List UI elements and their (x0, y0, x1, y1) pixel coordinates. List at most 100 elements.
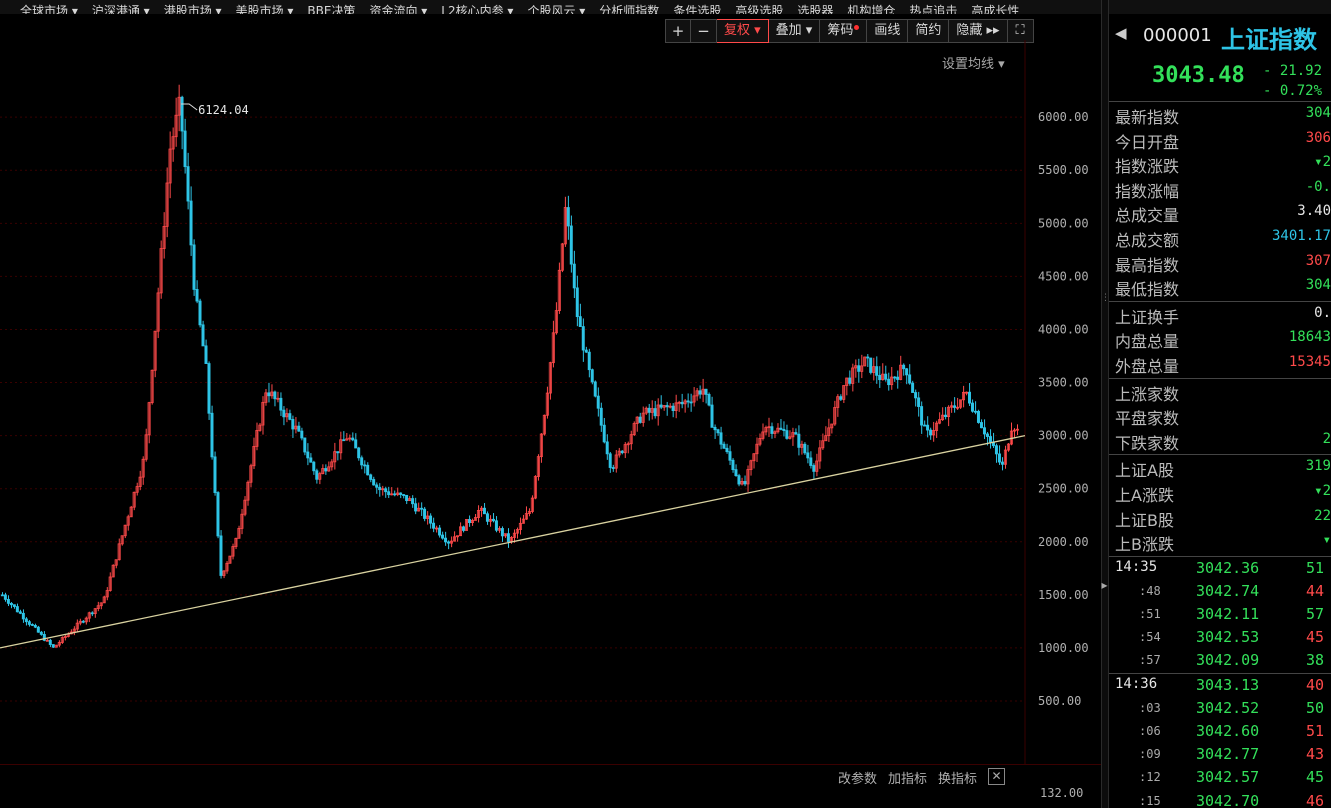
tick-row: :51 3042.11 57 (1109, 603, 1331, 626)
candlestick-chart[interactable]: 6000.00 5500.00 5000.00 4500.00 4000.00 3500.… (0, 40, 1101, 764)
candle-body (195, 289, 199, 302)
nav-item[interactable]: 热点追击 (909, 5, 971, 14)
candle-body (857, 365, 861, 372)
candle-body (689, 401, 693, 404)
tick-row: :09 3042.77 43 (1109, 743, 1331, 766)
candle-body (929, 429, 933, 436)
candle-body (605, 441, 609, 455)
change-params-button[interactable]: 改参数 (838, 768, 877, 788)
candle-body (812, 465, 816, 472)
tick-volume: 38 (1306, 651, 1325, 670)
quote-label: 内盘总量 (1115, 332, 1180, 352)
y-tick-label: 5000.00 (1038, 216, 1089, 230)
tick-time: :51 (1139, 607, 1161, 622)
nav-item[interactable]: 沪深港通 ▾ (92, 5, 164, 14)
nav-item[interactable]: 高级选股 (735, 5, 797, 14)
candle-body (300, 430, 304, 439)
tick-time: :15 (1139, 793, 1161, 808)
candle-body (653, 408, 657, 417)
back-arrow-icon[interactable]: ◀ (1115, 24, 1127, 42)
panel-splitter[interactable] (1101, 0, 1109, 808)
candle-body (3, 594, 7, 600)
candle-body (731, 459, 735, 471)
candle-body (9, 602, 13, 606)
nav-item[interactable]: 分析师指数 (599, 5, 673, 14)
candle-body (953, 405, 957, 408)
tick-volume: 57 (1306, 605, 1325, 624)
candle-body (596, 395, 600, 409)
quote-value: ▾2 (1314, 482, 1331, 499)
add-indicator-button[interactable]: 加指标 (888, 768, 927, 788)
candle-body (494, 520, 498, 531)
candle-body (973, 410, 977, 413)
candle-body (782, 428, 786, 432)
candle-body (48, 639, 52, 645)
candle-body (587, 351, 591, 371)
candle-body (180, 96, 184, 132)
candle-body (198, 300, 202, 326)
quote-label: 下跌家数 (1115, 433, 1180, 453)
change-value: - 21.92 (1263, 63, 1323, 79)
candle-body (734, 469, 738, 477)
candle-body (686, 400, 690, 403)
candle-body (441, 534, 445, 539)
candle-body (878, 374, 882, 381)
tick-volume: 45 (1306, 768, 1325, 787)
drag-handle-icon[interactable]: ⋮ (1101, 294, 1110, 308)
nav-item[interactable]: 资金流向 ▾ (369, 5, 441, 14)
candle-body (219, 535, 223, 576)
top-nav-bar: 全球市场 ▾ 沪深港通 ▾ 港股市场 ▾ 美股市场 ▾ BBE决策 资金流向 ▾ L2核心内… (0, 0, 1331, 14)
switch-indicator-button[interactable]: 换指标 (938, 768, 977, 788)
nav-item[interactable]: 机构增仓 (847, 5, 909, 14)
nav-item[interactable]: 美股市场 ▾ (236, 5, 308, 14)
quote-value: 306 (1305, 129, 1331, 146)
quote-label: 平盘家数 (1115, 409, 1180, 429)
tick-time: :54 (1139, 630, 1161, 645)
candle-body (282, 409, 286, 418)
tick-price: 3042.60 (1196, 722, 1260, 740)
subchart-toolbar: 改参数 加指标 换指标 ✕ (838, 768, 1006, 788)
candle-body (569, 225, 573, 265)
quote-row: 上证换手 0. (1109, 302, 1331, 327)
candle-body (914, 392, 918, 399)
tick-price: 3042.57 (1196, 768, 1260, 787)
candle-body (905, 368, 909, 376)
nav-item[interactable]: 条件选股 (673, 5, 735, 14)
nav-item[interactable]: 个股风云 ▾ (527, 5, 599, 14)
candle-body (982, 427, 986, 435)
tick-time: :06 (1139, 724, 1161, 738)
expand-arrow-icon[interactable]: ▸ (1101, 578, 1108, 592)
quote-value: 307 (1305, 252, 1331, 269)
y-tick-label: 5500.00 (1038, 163, 1089, 177)
candle-body (578, 316, 582, 327)
nav-item[interactable]: BBE决策 (307, 5, 369, 14)
close-subchart-icon[interactable]: ✕ (988, 768, 1006, 785)
nav-item[interactable]: 港股市场 ▾ (164, 5, 236, 14)
quote-value: 0. (1314, 304, 1331, 321)
nav-item[interactable]: 全球市场 ▾ (0, 5, 92, 14)
candle-body (994, 445, 998, 455)
tick-price: 3042.09 (1196, 651, 1260, 670)
candle-body (926, 424, 930, 431)
notification-dot-icon (854, 25, 860, 30)
quote-group-index: 最新指数 304 今日开盘 306 指数涨跌 ▾2 指数涨幅 -0. 总成交量 3.40 总成交额 3… (1109, 102, 1331, 302)
candle-body (21, 612, 25, 620)
tick-time: :09 (1139, 747, 1161, 762)
tick-time: :03 (1139, 700, 1161, 715)
nav-item[interactable]: 高成长性 (971, 5, 1033, 14)
candle-body (920, 406, 924, 426)
nav-item[interactable]: L2核心内参 ▾ (441, 5, 527, 14)
candle-body (680, 401, 684, 405)
candle-body (429, 515, 433, 524)
tick-volume: 51 (1306, 722, 1325, 740)
candle-body (189, 200, 193, 246)
tick-volume: 51 (1306, 558, 1325, 577)
candle-body (324, 468, 328, 472)
candle-body (354, 439, 358, 449)
nav-item[interactable]: 选股器 (797, 5, 847, 14)
quote-row: 上证B股 22 (1109, 505, 1331, 530)
quote-value: 22 (1314, 507, 1331, 524)
quote-label: 最高指数 (1115, 255, 1180, 275)
tick-list-1435: 14:35 3042.36 51:48 3042.74 44:51 3042.11 57:5… (1109, 557, 1331, 674)
candle-body (719, 432, 723, 445)
